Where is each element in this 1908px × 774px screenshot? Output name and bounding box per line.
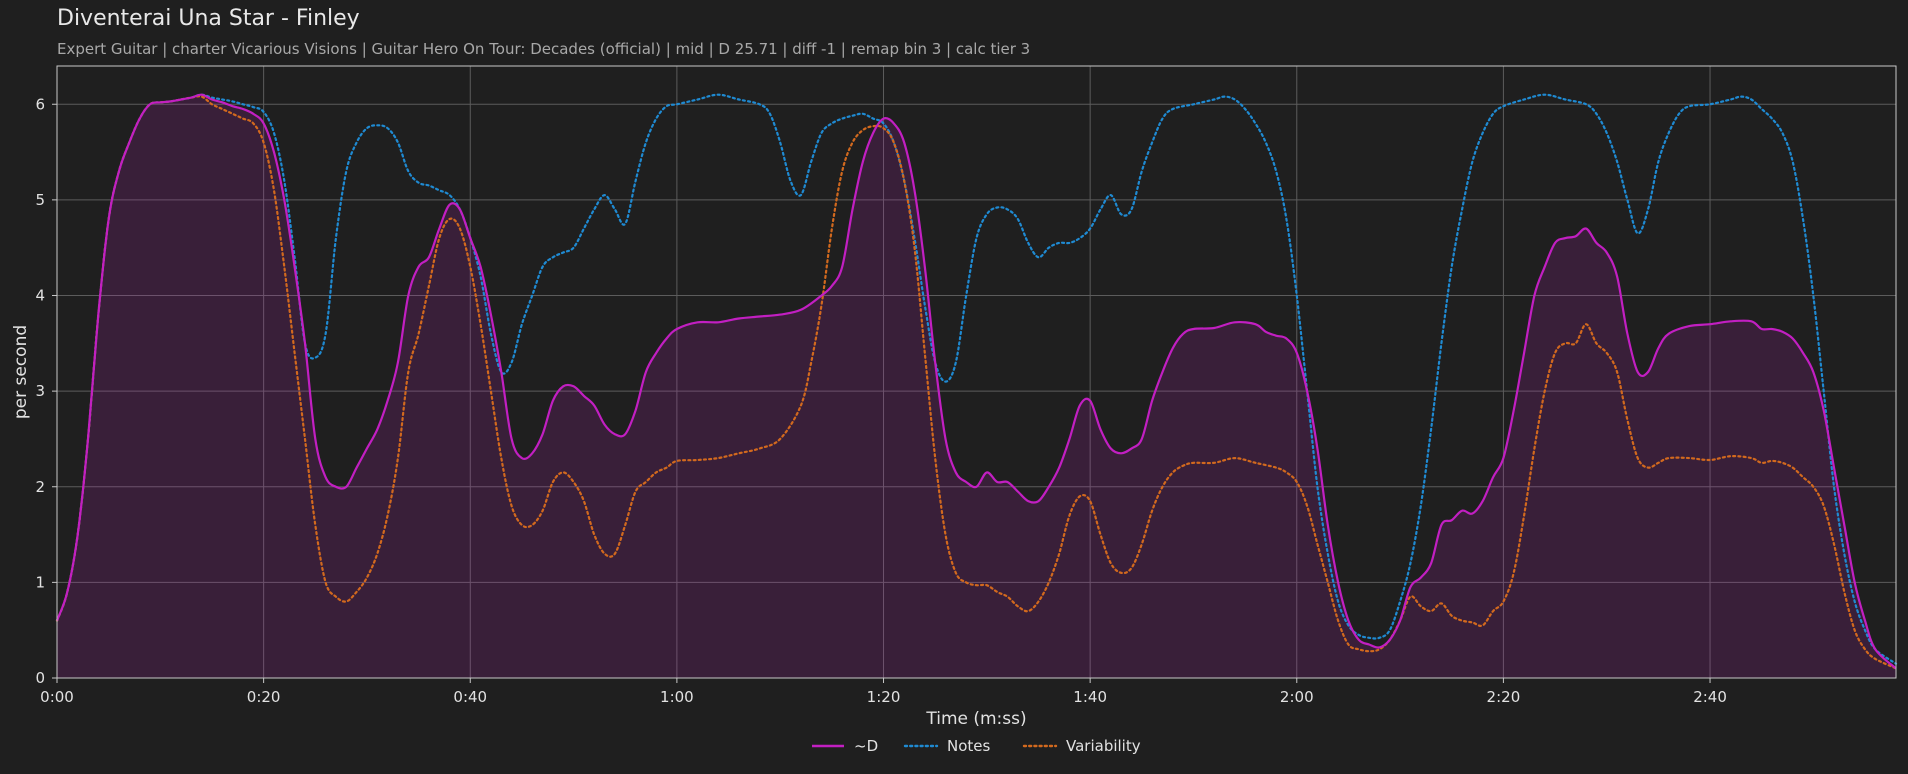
x-tick-label: 1:00 — [660, 688, 694, 706]
y-tick-label: 2 — [35, 478, 45, 496]
x-tick-label: 2:00 — [1280, 688, 1314, 706]
legend: ~D Notes Variability — [812, 737, 1141, 755]
y-tick-label: 5 — [35, 191, 45, 209]
x-tick-label: 2:20 — [1487, 688, 1521, 706]
x-tick-label: 1:20 — [867, 688, 901, 706]
x-tick-label: 0:20 — [247, 688, 281, 706]
y-tick-label: 3 — [35, 382, 45, 400]
y-tick-label: 1 — [35, 573, 45, 591]
legend-label: ~D — [854, 737, 878, 755]
chart-canvas: 0:00 0:20 0:40 1:00 1:20 1:40 2:00 2:20 2:40 0 1 2… — [11, 65, 1898, 755]
x-axis-ticks: 0:00 0:20 0:40 1:00 1:20 1:40 2:00 2:20 2:40 — [40, 678, 1727, 706]
y-tick-label: 0 — [35, 669, 45, 687]
x-tick-label: 0:40 — [453, 688, 487, 706]
x-tick-label: 2:40 — [1693, 688, 1727, 706]
y-axis-ticks: 0 1 2 3 4 5 6 — [35, 95, 57, 687]
legend-label: Variability — [1066, 737, 1141, 755]
x-axis-label: Time (m:ss) — [925, 709, 1026, 729]
y-tick-label: 6 — [35, 95, 45, 113]
y-axis-label: per second — [11, 325, 31, 419]
y-tick-label: 4 — [35, 287, 45, 305]
x-tick-label: 1:40 — [1073, 688, 1107, 706]
x-tick-label: 0:00 — [40, 688, 74, 706]
legend-label: Notes — [947, 737, 991, 755]
